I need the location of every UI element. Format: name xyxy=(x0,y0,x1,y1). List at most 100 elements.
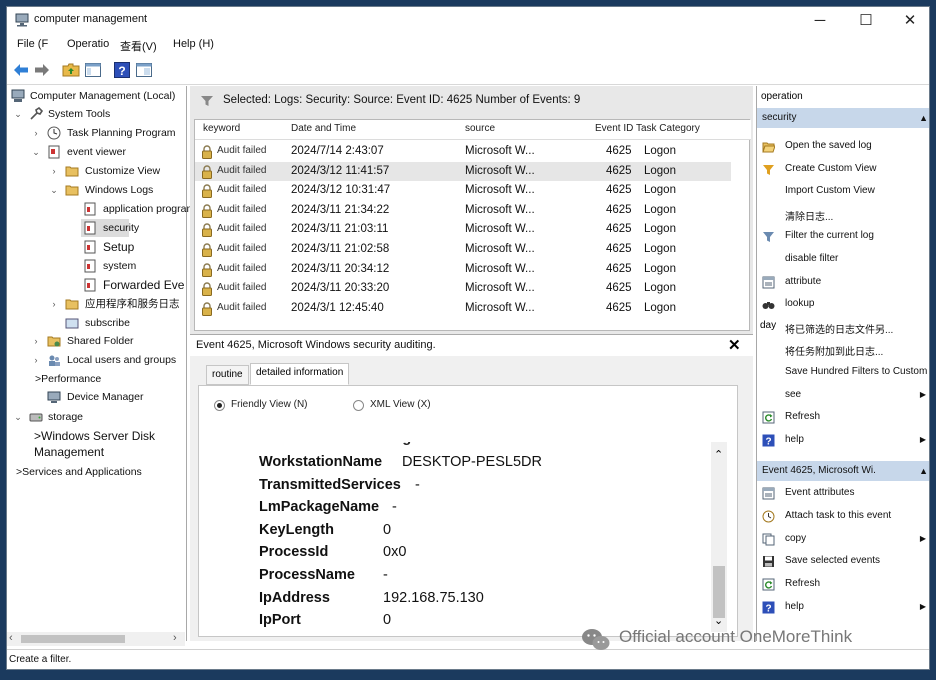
action-item[interactable]: copy ▶ xyxy=(757,529,929,551)
action-item[interactable]: see ▶ xyxy=(757,385,929,407)
action-item[interactable]: 清除日志... xyxy=(757,204,929,226)
action-item[interactable]: Open the saved log xyxy=(757,136,929,158)
action-item[interactable]: 将已筛选的日志文件另... xyxy=(757,317,929,339)
action-item[interactable]: attribute xyxy=(757,272,929,294)
collapsed-chevron-icon[interactable]: › xyxy=(31,332,41,350)
copy-icon xyxy=(762,533,775,546)
action-item[interactable]: Attach task to this event xyxy=(757,506,929,528)
action-item[interactable]: ? help ▶ xyxy=(757,597,929,619)
tree-item-security[interactable]: security xyxy=(81,219,139,237)
action-label: Refresh xyxy=(785,578,821,590)
menu-help[interactable]: Help (H) xyxy=(173,38,214,50)
menu-operation[interactable]: Operatio xyxy=(67,38,109,50)
actions-section-security[interactable]: security ▲ xyxy=(757,108,929,128)
friendly-view-label[interactable]: Friendly View (N) xyxy=(231,399,308,410)
expand-chevron-icon[interactable]: ⌄ xyxy=(13,408,23,426)
collapse-up-icon[interactable]: ▲ xyxy=(919,461,928,481)
xml-view-radio[interactable] xyxy=(353,400,364,411)
toolbar: ? xyxy=(7,57,929,85)
close-icon[interactable]: ✕ xyxy=(728,336,741,354)
tree-horizontal-scrollbar[interactable]: ‹ › xyxy=(7,632,185,646)
properties-icon xyxy=(762,487,775,500)
action-item[interactable]: Event attributes xyxy=(757,483,929,505)
tree-label: >Services and Applications xyxy=(16,466,142,478)
expand-chevron-icon[interactable]: ⌄ xyxy=(31,143,41,161)
column-keyword[interactable]: keyword xyxy=(203,123,240,134)
table-row[interactable]: Audit failed 2024/3/12 11:41:57 Microsoft … xyxy=(195,161,731,182)
action-item[interactable]: disable filter xyxy=(757,249,929,271)
help-icon[interactable]: ? xyxy=(113,61,131,79)
cell-datetime: 2024/3/11 21:03:11 xyxy=(291,223,389,236)
action-item[interactable]: Import Custom View xyxy=(757,181,929,203)
tree-label: Computer Management (Local) xyxy=(30,90,176,102)
field-key: IpPort xyxy=(259,612,301,629)
scroll-up-icon[interactable]: ⌃ xyxy=(714,448,723,461)
actions-section-event[interactable]: Event 4625, Microsoft Wi. ▲ xyxy=(757,461,929,481)
watermark-text: Official account OneMoreThink xyxy=(619,627,853,646)
xml-view-label[interactable]: XML View (X) xyxy=(370,399,431,410)
section-title: Event 4625, Microsoft Wi. xyxy=(762,465,876,476)
table-row[interactable]: Audit failed 2024/3/11 20:33:20 Microsoft … xyxy=(195,279,731,299)
collapsed-chevron-icon[interactable]: › xyxy=(31,351,41,369)
forward-arrow-icon[interactable] xyxy=(33,61,51,79)
back-arrow-icon[interactable] xyxy=(12,61,30,79)
cell-event-id: 4625 xyxy=(606,164,632,177)
scroll-right-icon[interactable]: › xyxy=(173,632,177,644)
action-label: help xyxy=(785,433,804,445)
tree-label: subscribe xyxy=(85,317,130,329)
cell-task-category: Logon xyxy=(644,243,676,255)
event-detail-header: Event 4625, Microsoft Windows security a… xyxy=(190,334,753,356)
column-datetime[interactable]: Date and Time xyxy=(291,123,356,134)
action-item[interactable]: Refresh xyxy=(757,407,929,429)
action-label: Save selected events xyxy=(785,555,881,567)
table-row[interactable]: Audit failed 2024/3/11 20:34:12 Microsoft … xyxy=(195,260,731,280)
close-button[interactable]: ✕ xyxy=(887,7,929,35)
column-event-id-category[interactable]: Event ID Task Category xyxy=(595,123,700,134)
expand-chevron-icon[interactable]: ⌄ xyxy=(49,181,59,199)
column-source[interactable]: source xyxy=(465,123,495,134)
action-item[interactable]: Filter the current log xyxy=(757,226,929,248)
minimize-button[interactable]: ─ xyxy=(797,7,843,35)
show-pane-icon[interactable] xyxy=(135,61,153,79)
action-item[interactable]: Save selected events xyxy=(757,551,929,573)
action-item[interactable]: Refresh xyxy=(757,574,929,596)
action-label: 清除日志... xyxy=(785,211,834,223)
menu-view[interactable]: 查看(V) xyxy=(120,38,157,54)
action-item[interactable]: Save Hundred Filters to Custom xyxy=(757,362,929,384)
table-row[interactable]: Audit failed 2024/3/1 12:45:40 Microsoft W… xyxy=(195,299,731,319)
refresh-icon xyxy=(762,411,775,424)
collapsed-chevron-icon[interactable]: › xyxy=(49,295,59,313)
friendly-view-radio[interactable] xyxy=(214,400,225,411)
cell-keyword: Audit failed xyxy=(217,145,267,156)
console-tree-icon[interactable] xyxy=(84,61,102,79)
lock-icon xyxy=(202,164,212,179)
action-item[interactable]: Create Custom View xyxy=(757,159,929,181)
action-item[interactable]: ? help ▶ xyxy=(757,430,929,452)
tab-detailed-information[interactable]: detailed information xyxy=(250,363,350,385)
table-row[interactable]: Audit failed 2024/3/11 21:34:22 Microsoft … xyxy=(195,201,731,221)
menu-file[interactable]: File (F xyxy=(17,38,48,50)
maximize-button[interactable]: ☐ xyxy=(843,7,889,35)
action-item[interactable]: 将任务附加到此日志... xyxy=(757,339,929,361)
table-row[interactable]: Audit failed 2024/3/11 21:03:11 Microsoft … xyxy=(195,220,731,240)
tree-label: Windows Logs xyxy=(85,184,154,196)
cell-source: Microsoft W... xyxy=(465,184,535,197)
action-item[interactable]: lookup xyxy=(757,294,929,316)
day-label: day xyxy=(760,320,777,331)
table-row[interactable]: Audit failed 2024/3/11 21:02:58 Microsoft … xyxy=(195,240,731,260)
lock-icon xyxy=(202,223,212,238)
detail-scroll-thumb[interactable] xyxy=(713,566,725,618)
collapsed-chevron-icon[interactable]: › xyxy=(49,162,59,180)
tab-routine[interactable]: routine xyxy=(206,365,249,385)
cell-keyword: Audit failed xyxy=(217,301,267,313)
scroll-thumb[interactable] xyxy=(21,635,125,643)
scroll-left-icon[interactable]: ‹ xyxy=(9,632,13,644)
cell-task-category: Logon xyxy=(644,282,676,295)
table-row[interactable]: Audit failed 2024/7/14 2:43:07 Microsoft W… xyxy=(195,142,731,162)
collapsed-chevron-icon[interactable]: › xyxy=(31,124,41,142)
expand-chevron-icon[interactable]: ⌄ xyxy=(13,105,23,123)
folder-up-icon[interactable] xyxy=(62,61,80,79)
collapse-up-icon[interactable]: ▲ xyxy=(919,108,928,128)
cell-source: Microsoft W... xyxy=(465,301,535,314)
table-row[interactable]: Audit failed 2024/3/12 10:31:47 Microsoft … xyxy=(195,181,731,201)
